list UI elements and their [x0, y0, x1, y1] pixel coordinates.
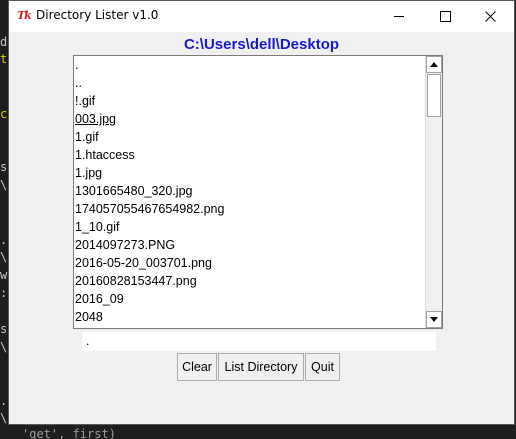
file-list[interactable]: ... !.gif 003.jpg 1.gif 1.htaccess 1.jpg 13016… — [74, 56, 426, 326]
close-icon — [485, 11, 496, 22]
file-list-item[interactable]: 1.htaccess — [74, 146, 426, 164]
maximize-button[interactable] — [422, 1, 468, 32]
tk-app-icon: Tk — [17, 9, 32, 22]
file-list-item[interactable]: 1301665480_320.jpg — [74, 182, 426, 200]
title-bar[interactable]: Tk Directory Lister v1.0 — [9, 1, 514, 32]
clear-button[interactable]: Clear — [177, 353, 217, 381]
arrow-up-icon — [430, 62, 438, 67]
terminal-fragment: d — [0, 35, 8, 49]
file-list-item[interactable]: 1.jpg — [74, 164, 426, 182]
terminal-fragment: 'get', first) — [22, 427, 116, 439]
scroll-down-button[interactable] — [426, 311, 442, 328]
file-list-item[interactable]: 003.jpg — [74, 110, 426, 128]
scroll-up-button[interactable] — [426, 56, 442, 73]
minimize-button[interactable] — [376, 1, 422, 32]
path-entry-field[interactable] — [82, 332, 436, 351]
terminal-fragment: \ — [0, 340, 8, 354]
file-list-item[interactable]: 174057055467654982.png — [74, 200, 426, 218]
quit-button[interactable]: Quit — [305, 353, 340, 381]
terminal-fragment: . — [0, 233, 8, 247]
close-button[interactable] — [468, 1, 514, 32]
terminal-fragment: : — [0, 286, 8, 300]
terminal-fragment: s — [0, 160, 8, 174]
arrow-down-icon — [430, 317, 438, 322]
desktop-background: d t c s \ . \ w : s \ . \ 'get', first) … — [0, 0, 516, 439]
file-list-item[interactable]: 1.gif — [74, 128, 426, 146]
directory-lister-window: Tk Directory Lister v1.0 C:\Users\dell\D… — [8, 0, 515, 425]
current-path-label: C:\Users\dell\Desktop — [183, 36, 340, 53]
file-list-item[interactable]: . — [74, 56, 426, 74]
terminal-fragment: s — [0, 322, 8, 336]
terminal-fragment: \ — [0, 250, 8, 264]
terminal-fragment: w — [0, 268, 8, 282]
file-listbox[interactable]: ... !.gif 003.jpg 1.gif 1.htaccess 1.jpg 13016… — [73, 55, 443, 329]
file-list-item[interactable]: 2016_09 — [74, 290, 426, 308]
terminal-fragment: t — [0, 52, 8, 66]
file-list-item[interactable]: .. — [74, 74, 426, 92]
file-list-item[interactable]: 2016-05-20_003701.png — [74, 254, 426, 272]
file-list-item[interactable]: !.gif — [74, 92, 426, 110]
window-title: Directory Lister v1.0 — [36, 8, 159, 22]
vertical-scrollbar[interactable] — [425, 56, 442, 328]
minimize-icon — [394, 16, 404, 17]
terminal-fragment: . — [0, 394, 8, 408]
terminal-fragment: \ — [0, 178, 8, 192]
list-directory-button[interactable]: List Directory — [218, 353, 304, 381]
terminal-fragment: \ — [0, 411, 8, 425]
file-list-item[interactable]: 20160828153447.png — [74, 272, 426, 290]
terminal-fragment: c — [0, 107, 8, 121]
file-list-item[interactable]: 2048 — [74, 308, 426, 326]
file-list-item[interactable]: 2014097273.PNG — [74, 236, 426, 254]
maximize-icon — [440, 11, 451, 22]
scroll-thumb[interactable] — [427, 74, 441, 117]
file-list-item[interactable]: 1_10.gif — [74, 218, 426, 236]
